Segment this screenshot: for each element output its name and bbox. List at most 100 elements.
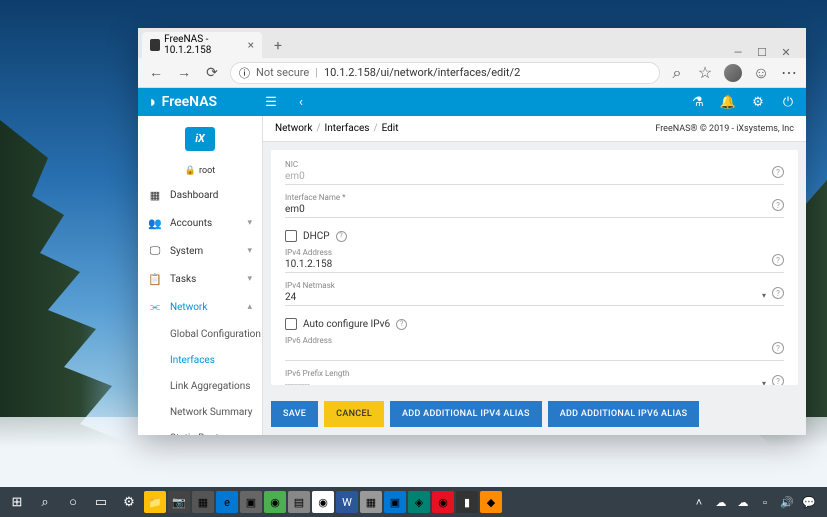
help-icon[interactable]: ? (336, 231, 347, 242)
tab-title: FreeNAS - 10.1.2.158 (164, 34, 243, 56)
app-icon[interactable]: ▣ (384, 491, 406, 513)
terminal-icon[interactable]: ▮ (456, 491, 478, 513)
chevron-down-icon: ▾ (247, 218, 252, 228)
smiley-icon[interactable]: ☺ (752, 64, 770, 82)
subitem-global-config[interactable]: Global Configuration (138, 321, 262, 347)
form-card: NIC em0 ? Interface Name * em0 ? DHCP ? (271, 150, 798, 385)
ipv6-prefix-select[interactable]: --------- (285, 378, 784, 385)
forward-button[interactable]: → (174, 63, 194, 83)
field-ipv6-prefix: IPv6 Prefix Length --------- ▾ ? (285, 369, 784, 385)
app-icon[interactable]: ▦ (360, 491, 382, 513)
url-text: 10.1.2.158/ui/network/interfaces/edit/2 (324, 66, 520, 79)
volume-icon[interactable]: 🔊 (779, 494, 795, 510)
camera-icon[interactable]: 📷 (168, 491, 190, 513)
browser-tab[interactable]: FreeNAS - 10.1.2.158 × (142, 32, 262, 58)
sidebar: iX 🔒 root ▦ Dashboard 👥 Accounts ▾ 🖵 (138, 116, 263, 435)
gear-icon[interactable]: ⚙ (750, 94, 766, 110)
chevron-down-icon: ▾ (247, 246, 252, 256)
help-icon[interactable]: ? (772, 254, 784, 266)
network-tray-icon[interactable]: ▫ (757, 494, 773, 510)
auto-ipv6-checkbox[interactable] (285, 318, 297, 330)
back-button[interactable]: ← (146, 63, 166, 83)
sidebar-item-dashboard[interactable]: ▦ Dashboard (138, 181, 262, 209)
app-icon[interactable]: ◉ (264, 491, 286, 513)
tray-chevron-icon[interactable]: ˄ (691, 494, 707, 510)
refresh-button[interactable]: ⟳ (202, 63, 222, 83)
dhcp-checkbox[interactable] (285, 230, 297, 242)
cortana-icon[interactable]: ○ (60, 489, 86, 515)
sidebar-item-accounts[interactable]: 👥 Accounts ▾ (138, 209, 262, 237)
word-icon[interactable]: W (336, 491, 358, 513)
star-icon[interactable]: ☆ (696, 64, 714, 82)
weather-icon[interactable]: ☁ (735, 494, 751, 510)
interface-name-input[interactable]: em0 (285, 202, 784, 218)
field-ipv6-address: IPv6 Address ? (285, 336, 784, 361)
info-icon: ⓘ (239, 65, 250, 81)
nic-input[interactable]: em0 (285, 169, 784, 185)
help-icon[interactable]: ? (772, 375, 784, 385)
notification-icon[interactable]: 💬 (801, 494, 817, 510)
ipv4-address-input[interactable]: 10.1.2.158 (285, 257, 784, 273)
system-icon: 🖵 (148, 244, 162, 258)
taskview-icon[interactable]: ▭ (88, 489, 114, 515)
help-icon[interactable]: ? (772, 199, 784, 211)
app-icon[interactable]: ▤ (288, 491, 310, 513)
help-icon[interactable]: ? (772, 287, 784, 299)
chevron-up-icon: ▴ (247, 302, 252, 312)
bc-network[interactable]: Network (275, 123, 312, 134)
lock-icon: 🔒 (185, 166, 196, 176)
breadcrumb: Network / Interfaces / Edit FreeNAS® © 2… (263, 116, 806, 142)
edge-icon[interactable]: e (216, 491, 238, 513)
close-tab-icon[interactable]: × (248, 38, 254, 52)
settings-icon[interactable]: ⚙ (116, 489, 142, 515)
add-ipv6-alias-button[interactable]: ADD ADDITIONAL IPV6 ALIAS (548, 401, 700, 427)
save-button[interactable]: SAVE (271, 401, 318, 427)
close-window-icon[interactable]: ✕ (780, 46, 792, 58)
toolbox-icon[interactable]: ⚗ (690, 94, 706, 110)
profile-avatar[interactable] (724, 64, 742, 82)
subitem-network-summary[interactable]: Network Summary (138, 399, 262, 425)
app-icon[interactable]: ▦ (192, 491, 214, 513)
help-icon[interactable]: ? (772, 166, 784, 178)
user-indicator[interactable]: 🔒 root (138, 161, 262, 181)
freenas-logo[interactable]: ◗ FreeNAS (148, 92, 263, 112)
ipv4-netmask-select[interactable]: 24 (285, 290, 784, 306)
url-field[interactable]: ⓘ Not secure | 10.1.2.158/ui/network/int… (230, 62, 660, 84)
subitem-static-routes[interactable]: Static Routes (138, 425, 262, 435)
subitem-link-agg[interactable]: Link Aggregations (138, 373, 262, 399)
help-icon[interactable]: ? (772, 342, 784, 354)
search-icon[interactable]: ⌕ (32, 489, 58, 515)
power-icon[interactable]: ⏻ (780, 94, 796, 110)
app-icon[interactable]: ◈ (408, 491, 430, 513)
onedrive-icon[interactable]: ☁ (713, 494, 729, 510)
button-row: SAVE CANCEL ADD ADDITIONAL IPV4 ALIAS AD… (271, 401, 798, 427)
chrome-icon[interactable]: ◉ (312, 491, 334, 513)
new-tab-button[interactable]: + (266, 34, 290, 58)
app-icon[interactable]: ▣ (240, 491, 262, 513)
add-ipv4-alias-button[interactable]: ADD ADDITIONAL IPV4 ALIAS (390, 401, 542, 427)
search-icon[interactable]: ⌕ (668, 64, 686, 82)
minimize-icon[interactable]: — (732, 46, 744, 58)
start-button[interactable]: ⊞ (4, 489, 30, 515)
browser-window: FreeNAS - 10.1.2.158 × + — ☐ ✕ ← → ⟳ ⓘ N… (138, 28, 806, 435)
explorer-icon[interactable]: 📁 (144, 491, 166, 513)
help-icon[interactable]: ? (396, 319, 407, 330)
bc-interfaces[interactable]: Interfaces (325, 123, 370, 134)
menu-icon[interactable]: ☰ (263, 94, 279, 110)
main-content: Network / Interfaces / Edit FreeNAS® © 2… (263, 116, 806, 435)
bell-icon[interactable]: 🔔 (720, 94, 736, 110)
field-ipv4-netmask: IPv4 Netmask 24 ▾ ? (285, 281, 784, 306)
chevron-left-icon[interactable]: ‹ (293, 94, 309, 110)
app-icon[interactable]: ◆ (480, 491, 502, 513)
sidebar-item-system[interactable]: 🖵 System ▾ (138, 237, 262, 265)
sidebar-item-network[interactable]: ⫘ Network ▴ (138, 293, 262, 321)
cancel-button[interactable]: CANCEL (324, 401, 384, 427)
ipv6-address-input[interactable] (285, 345, 784, 361)
field-nic: NIC em0 ? (285, 160, 784, 185)
more-icon[interactable]: ⋯ (780, 64, 798, 82)
subitem-interfaces[interactable]: Interfaces (138, 347, 262, 373)
maximize-icon[interactable]: ☐ (756, 46, 768, 58)
favicon (150, 39, 160, 51)
sidebar-item-tasks[interactable]: 📋 Tasks ▾ (138, 265, 262, 293)
app-icon[interactable]: ◉ (432, 491, 454, 513)
